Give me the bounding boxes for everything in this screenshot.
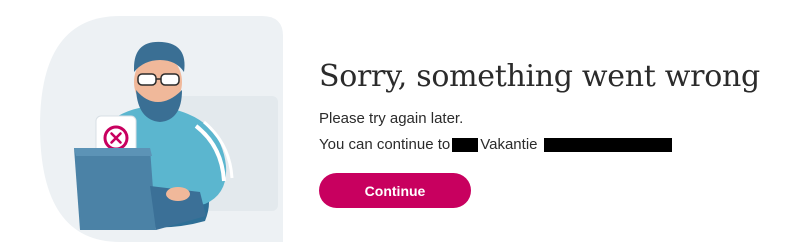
error-content: Sorry, something went wrong Please try a…: [319, 57, 789, 208]
continue-button[interactable]: Continue: [319, 173, 471, 208]
redacted-block: [452, 138, 479, 152]
sunglasses-left: [137, 73, 157, 86]
typing-hand: [166, 187, 190, 201]
continue-text-prefix: You can continue to: [319, 136, 451, 153]
sunglasses-right: [160, 73, 180, 86]
laptop-edge: [74, 148, 152, 156]
laptop-screen: [74, 148, 156, 230]
error-illustration-svg: [40, 16, 283, 242]
error-title: Sorry, something went wrong: [319, 59, 760, 94]
error-illustration: [0, 16, 283, 242]
redacted-block: [543, 138, 672, 152]
destination-name: Vakantie: [480, 136, 538, 153]
error-message-retry: Please try again later.: [319, 110, 464, 127]
error-message-continue: You can continue to Vakantie: [319, 135, 789, 155]
